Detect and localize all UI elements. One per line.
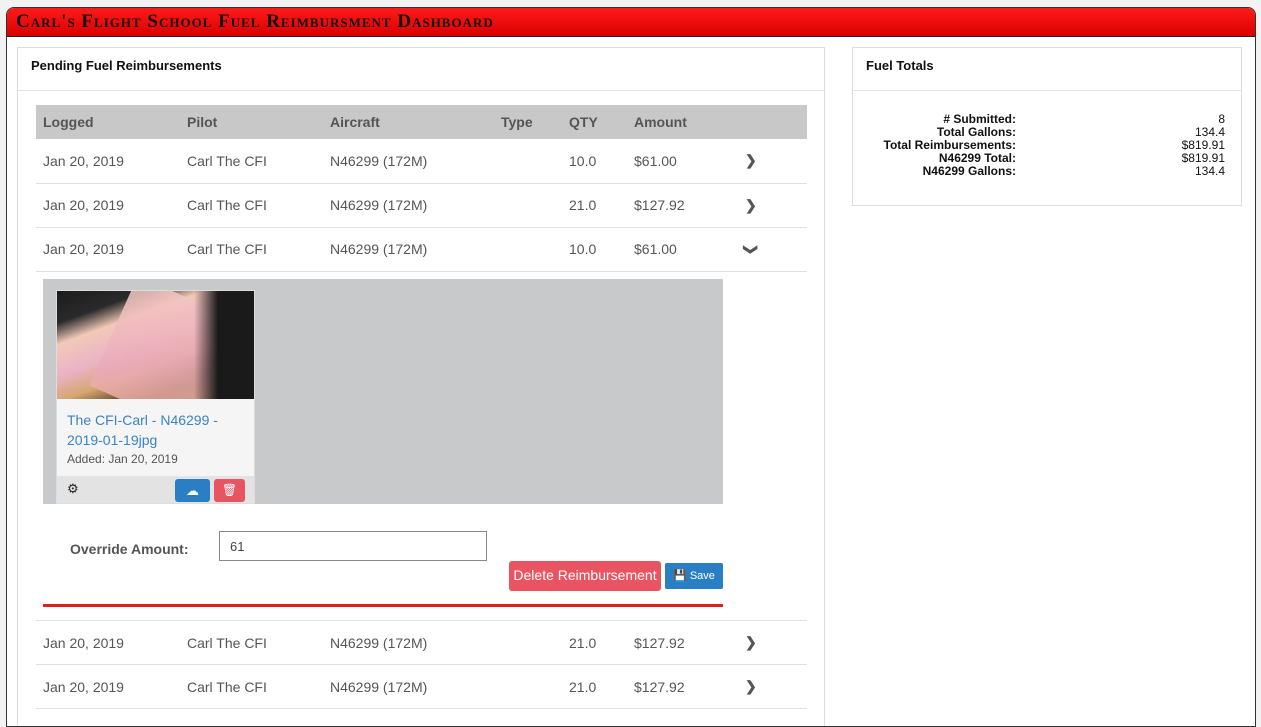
cloud-download-icon: ☁ [186,483,199,498]
delete-attachment-button[interactable]: 🗑 [214,479,245,502]
column-header[interactable]: QTY [562,105,627,139]
column-header[interactable]: Pilot [180,105,323,139]
table-row-expanded[interactable]: Jan 20, 2019 Carl The CFI N46299 (172M) … [36,227,807,272]
qty-cell: 10.0 [562,227,627,272]
type-cell [494,183,562,228]
qty-cell: 10.0 [562,139,627,184]
column-header[interactable]: Logged [36,105,180,139]
logged-cell: Jan 20, 2019 [36,664,180,709]
aircraft-cell: N46299 (172M) [323,227,494,272]
type-cell [494,227,562,272]
column-header-empty [738,105,807,139]
totals-value: 134.4 [1194,164,1225,178]
logged-cell: Jan 20, 2019 [36,227,180,272]
reimbursements-table: Logged Pilot Aircraft Type QTY Amount Ja… [36,105,807,272]
chevron-right-icon[interactable]: ❯ [745,152,757,168]
detail-divider [43,604,723,607]
aircraft-cell: N46299 (172M) [323,183,494,228]
pilot-cell: Carl The CFI [180,139,323,184]
reimbursement-detail: The CFI-Carl - N46299 - 2019-01-19jpg Ad… [43,279,723,504]
table-row[interactable]: Jan 20, 2019 Carl The CFI N46299 (172M) … [36,183,807,228]
amount-cell: $127.92 [627,664,738,709]
pilot-cell: Carl The CFI [180,664,323,709]
pilot-cell: Carl The CFI [180,183,323,228]
override-amount-input[interactable] [219,531,487,561]
amount-cell: $61.00 [627,139,738,184]
totals-list: # Submitted: 8 Total Gallons: 134.4 Tota… [853,113,1243,178]
chevron-right-icon[interactable]: ❯ [745,197,757,213]
logged-cell: Jan 20, 2019 [36,183,180,228]
column-header[interactable]: Aircraft [323,105,494,139]
totals-row: N46299 Total: $819.91 [853,152,1243,165]
pilot-cell: Carl The CFI [180,227,323,272]
type-cell [494,139,562,184]
floppy-disk-icon: 💾 [673,570,687,582]
table-row[interactable]: Jan 20, 2019 Carl The CFI N46299 (172M) … [36,664,807,709]
delete-reimbursement-button[interactable]: Delete Reimbursement [509,561,661,591]
totals-row: N46299 Gallons: 134.4 [853,165,1243,178]
pending-reimbursements-panel: Pending Fuel Reimbursements Logged Pilot… [17,47,825,726]
amount-cell: $127.92 [627,183,738,228]
trash-icon: 🗑 [221,483,238,497]
chevron-down-icon[interactable]: ❯ [742,243,759,255]
qty-cell: 21.0 [562,183,627,228]
save-label: Save [689,570,715,582]
totals-row: # Submitted: 8 [853,113,1243,126]
attachment-added-date: Added: Jan 20, 2019 [67,452,178,466]
amount-cell: $61.00 [627,227,738,272]
attachment-link[interactable]: The CFI-Carl - N46299 - 2019-01-19jpg [57,399,254,450]
table-header-row: Logged Pilot Aircraft Type QTY Amount [36,105,807,139]
aircraft-cell: N46299 (172M) [323,664,494,709]
download-button[interactable]: ☁ [175,479,210,502]
amount-cell: $127.92 [627,620,738,665]
gears-icon[interactable]: ⚙ [67,481,79,497]
type-cell [494,620,562,665]
qty-cell: 21.0 [562,620,627,665]
totals-label: N46299 Gallons: [922,164,1016,178]
fuel-totals-panel: Fuel Totals # Submitted: 8 Total Gallons… [852,47,1242,206]
override-amount-label: Override Amount: [70,541,189,557]
save-button[interactable]: 💾 Save [665,563,723,589]
reimbursements-table-continued: Jan 20, 2019 Carl The CFI N46299 (172M) … [36,620,807,709]
aircraft-cell: N46299 (172M) [323,139,494,184]
pending-panel-title: Pending Fuel Reimbursements [18,48,824,91]
receipt-thumbnail[interactable] [57,291,254,399]
aircraft-cell: N46299 (172M) [323,620,494,665]
pilot-cell: Carl The CFI [180,620,323,665]
table-row[interactable]: Jan 20, 2019 Carl The CFI N46299 (172M) … [36,620,807,665]
totals-panel-title: Fuel Totals [853,48,1241,91]
logged-cell: Jan 20, 2019 [36,620,180,665]
attachment-toolbar: ⚙ ☁ 🗑 [57,476,254,503]
column-header[interactable]: Type [494,105,562,139]
attachment-card: The CFI-Carl - N46299 - 2019-01-19jpg Ad… [56,290,255,504]
table-row[interactable]: Jan 20, 2019 Carl The CFI N46299 (172M) … [36,139,807,184]
chevron-right-icon[interactable]: ❯ [745,634,757,650]
column-header[interactable]: Amount [627,105,738,139]
qty-cell: 21.0 [562,664,627,709]
logged-cell: Jan 20, 2019 [36,139,180,184]
dashboard-window: Carl's Flight School Fuel Reimbursment D… [6,7,1256,727]
type-cell [494,664,562,709]
chevron-right-icon[interactable]: ❯ [745,678,757,694]
app-header: Carl's Flight School Fuel Reimbursment D… [7,8,1255,37]
app-title: Carl's Flight School Fuel Reimbursment D… [16,11,494,32]
